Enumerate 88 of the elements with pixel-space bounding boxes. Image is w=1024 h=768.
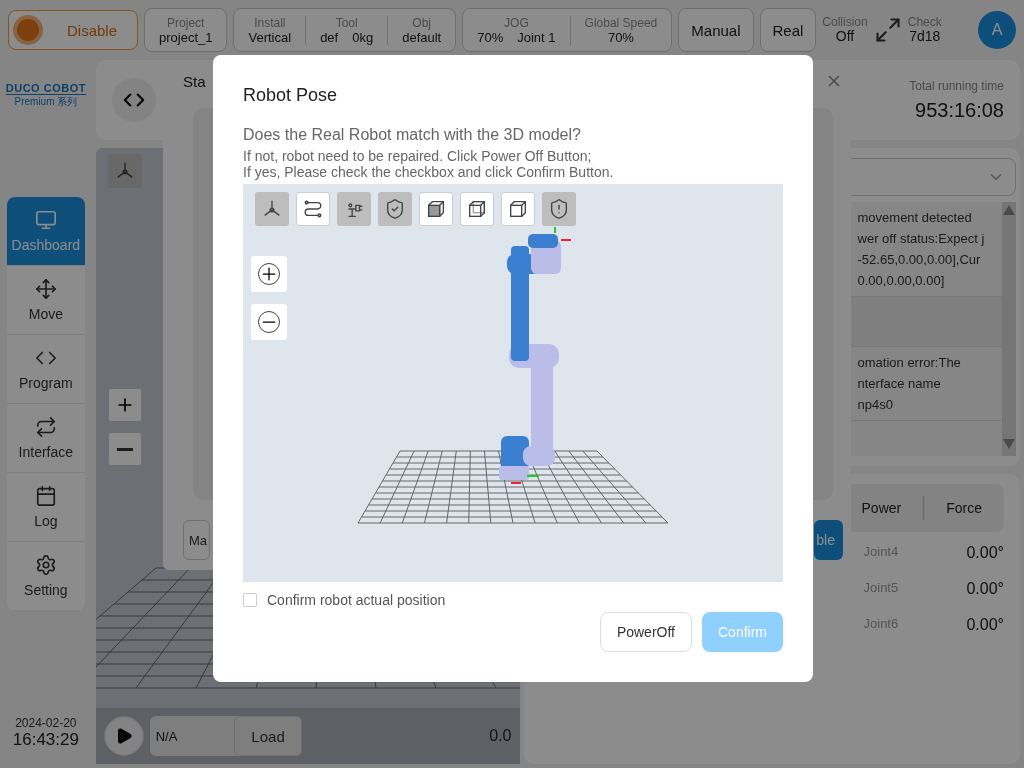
running-time-value: 953:16:08 [915,98,1004,122]
repeat-icon [34,416,57,438]
shield-check-icon [384,198,406,220]
checkbox-label: Confirm robot actual position [267,592,446,608]
settings-group[interactable]: Project project_1 [144,8,228,52]
dialog-button[interactable]: Ma [183,520,211,560]
dialog-question: Does the Real Robot match with the 3D model? [243,126,582,144]
program-field[interactable]: N/A Load [149,716,302,756]
setting-label: Project [167,15,205,30]
collision-label: Collision [822,15,868,29]
view-tool-button[interactable] [296,192,330,226]
joint-label: Joint4 [863,544,899,561]
dialog-title: Sta [183,72,206,90]
log-text: nterface name [857,376,942,391]
settings-group[interactable]: JOG 70% Joint 1 Global Speed 70% [462,8,673,52]
setting-value: 0kg [352,29,374,45]
collision-value: Off [835,28,855,45]
setting-label: Global Speed [584,15,658,30]
dialog-instruction: If not, robot need to be repaired. Click Power Off Button; [243,148,593,164]
log-text: omation error:The [857,355,962,370]
zoom-out-icon [116,447,133,451]
axes-view-button[interactable] [107,154,142,188]
time-text: 16:43:29 [12,730,79,750]
calendar-icon [34,485,57,507]
speed-value: 0.0 [489,727,512,745]
setting-value: Vertical [248,29,292,45]
setting-label: Obj [412,15,432,30]
log-text: 0.00,0.00,0.00] [857,273,946,288]
view-tool-button[interactable] [337,192,371,226]
mode-button[interactable]: Real [759,8,817,52]
setting-value: default [402,29,442,45]
view-tool-button[interactable] [542,192,576,226]
view-tool-button[interactable] [501,192,535,226]
play-button[interactable] [103,716,144,756]
logo-edition: Premium 系列 [14,95,78,109]
log-text: np4s0 [857,397,894,412]
setting-value: project_1 [159,29,213,45]
load-button[interactable]: Load [234,716,302,756]
nav-item[interactable]: Dashboard [6,197,85,266]
mode-button[interactable]: Manual [678,8,754,52]
disable-button[interactable]: Disable [8,10,138,50]
status-dot-icon [17,19,39,41]
cube-icon [507,198,529,220]
check-label: Check [907,15,942,29]
view-tool-button[interactable] [460,192,494,226]
view-tool-button[interactable] [255,192,289,226]
logo-brand: DUCO COBOT [5,82,86,95]
cube-icon [466,198,488,220]
view-tool-button[interactable] [419,192,453,226]
settings-icon [34,554,57,576]
setting-label: Install [254,15,286,30]
dialog-instruction: If yes, Please check the checkbox and click Confirm Button. [243,164,615,180]
setting-value: Joint 1 [517,29,556,45]
date-text: 2024-02-20 [15,716,77,730]
tab[interactable]: Force [924,496,1004,520]
fullscreen-icon[interactable] [873,16,902,44]
dialog-button[interactable]: PowerOff [599,612,692,652]
zoom-out-button[interactable] [107,432,142,466]
confirm-checkbox[interactable] [243,593,257,607]
move-icon [34,278,57,300]
setting-value: 70% [477,29,504,45]
view-tool-button[interactable] [378,192,412,226]
log-text: wer off status:Expect j [857,231,986,246]
setting-value: def [320,29,339,45]
joint-label: Joint5 [863,580,899,597]
zoom-in-button[interactable] [107,388,142,422]
setting-label: JOG [504,15,529,30]
user-avatar[interactable]: A [978,11,1016,49]
path-icon [302,198,324,220]
check-value: 7d18 [909,28,941,45]
zoom-out-button[interactable] [251,304,287,340]
setting-label: Tool [335,15,358,30]
log-text: -52.65,0.00,0.00],Cur [857,252,982,267]
joint-value: 0.00° [966,616,1004,634]
dialog-title: Robot Pose [243,85,339,106]
settings-group[interactable]: Install Vertical Tool def 0kg Obj default [233,8,457,52]
dialog-button[interactable]: ble [814,520,843,560]
log-text: movement detected [857,210,973,225]
setting-value: 70% [607,29,634,45]
monitor-icon [34,209,57,231]
joint-value: 0.00° [966,544,1004,562]
joint-value: 0.00° [966,580,1004,598]
joint-label: Joint6 [863,616,899,633]
zoom-in-button[interactable] [251,256,287,292]
cube-icon [425,198,447,220]
code-button[interactable] [111,78,156,122]
shield-alert-icon [548,198,570,220]
running-time-label: Total running time [909,78,1004,93]
